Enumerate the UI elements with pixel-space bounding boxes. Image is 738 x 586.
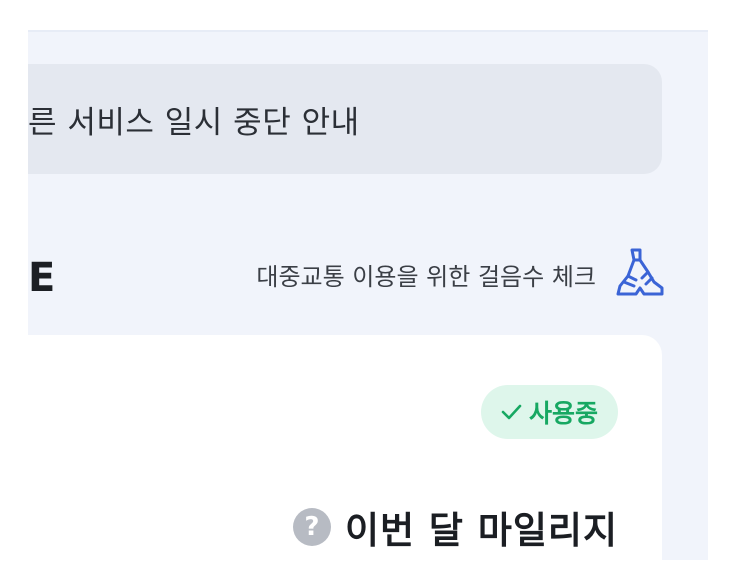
monthly-mileage-title: 이번 달 마일리지 [344, 509, 618, 552]
app-viewport: 른 서비스 일시 중단 안내 E 대중교통 이용을 위한 걸음수 체크 사용중 … [28, 30, 708, 560]
step-count-check-link[interactable]: 대중교통 이용을 위한 걸음수 체크 [256, 246, 668, 302]
in-use-badge-label: 사용중 [528, 399, 598, 428]
help-icon[interactable]: ? [292, 508, 331, 546]
mileage-card: 사용중 ? 이번 달 마일리지 [28, 335, 662, 560]
service-notice-banner[interactable]: 른 서비스 일시 중단 안내 [28, 64, 662, 174]
in-use-badge: 사용중 [480, 385, 618, 439]
shoe-icon [616, 248, 664, 296]
check-icon [501, 404, 522, 420]
section-title-fragment: E [28, 255, 56, 301]
monthly-mileage-header: ? 이번 달 마일리지 [292, 500, 618, 554]
step-count-check-label: 대중교통 이용을 위한 걸음수 체크 [256, 262, 596, 291]
top-divider [28, 30, 708, 32]
notice-text: 른 서비스 일시 중단 안내 [28, 105, 360, 141]
